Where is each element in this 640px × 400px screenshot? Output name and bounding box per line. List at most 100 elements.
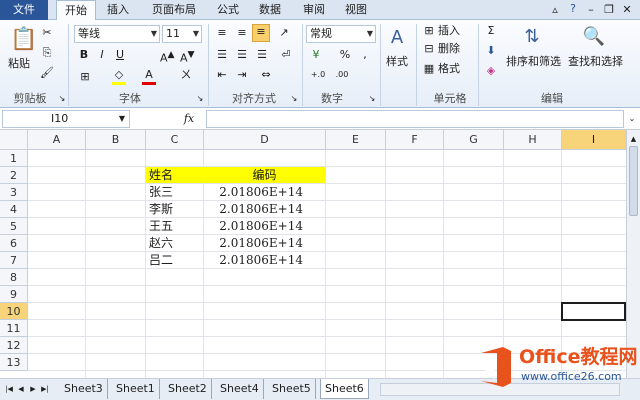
wrap-text-icon[interactable]: ⏎ (278, 48, 294, 62)
font-color-icon[interactable]: A (142, 68, 156, 85)
row-header-5[interactable]: 5 (0, 218, 28, 235)
row-header-9[interactable]: 9 (0, 286, 28, 303)
borders-icon[interactable]: ⊞ (78, 70, 92, 84)
styles-button[interactable]: 样式 (386, 54, 408, 70)
column-header-h[interactable]: H (504, 130, 562, 150)
minimize-window-icon[interactable]: – (584, 3, 598, 17)
cell-c2[interactable]: 姓名 (146, 167, 204, 184)
sort-filter-button[interactable]: 排序和筛选 (506, 54, 561, 70)
autosum-icon[interactable]: Σ (484, 24, 498, 38)
clear-icon[interactable]: ◈ (484, 64, 498, 78)
row-header-13[interactable]: 13 (0, 354, 28, 371)
alignment-launcher-icon[interactable]: ↘ (290, 92, 298, 106)
column-header-b[interactable]: B (86, 130, 146, 150)
first-sheet-icon[interactable]: |◀ (4, 382, 14, 396)
format-painter-icon[interactable]: 🖌 (40, 66, 54, 80)
phonetic-icon[interactable]: ㄨ (178, 68, 194, 82)
increase-indent-icon[interactable]: ⇥ (234, 68, 250, 82)
sheet-tab-sheet4[interactable]: Sheet4 (216, 379, 264, 399)
cell-c7[interactable]: 吕二 (146, 252, 204, 269)
tab-data[interactable]: 数据 (250, 0, 290, 20)
increase-decimal-icon[interactable]: +.0 (310, 68, 326, 82)
cell-c5[interactable]: 王五 (146, 218, 204, 235)
insert-cells-icon[interactable]: ⊞ (422, 24, 436, 38)
percent-button[interactable]: % (338, 48, 352, 62)
tab-formulas[interactable]: 公式 (208, 0, 248, 20)
align-right-icon[interactable]: ☰ (254, 48, 270, 62)
minimize-ribbon-icon[interactable]: ▵ (548, 3, 562, 17)
decrease-font-icon[interactable]: A▼ (180, 48, 195, 66)
font-size-select[interactable]: 11 ▼ (162, 25, 202, 43)
tab-home[interactable]: 开始 (56, 0, 96, 21)
row-header-11[interactable]: 11 (0, 320, 28, 337)
tab-view[interactable]: 视图 (336, 0, 376, 20)
row-header-3[interactable]: 3 (0, 184, 28, 201)
fill-icon[interactable]: ⬇ (484, 44, 498, 58)
row-header-4[interactable]: 4 (0, 201, 28, 218)
sheet-tab-sheet6[interactable]: Sheet6 (320, 379, 369, 399)
orientation-icon[interactable]: ↗ (276, 26, 292, 40)
align-center-icon[interactable]: ☰ (234, 48, 250, 62)
copy-icon[interactable]: ⎘ (40, 46, 54, 60)
tab-page-layout[interactable]: 页面布局 (142, 0, 206, 20)
find-select-button[interactable]: 查找和选择 (568, 54, 623, 70)
increase-font-icon[interactable]: A▲ (160, 48, 175, 66)
column-header-i[interactable]: I (562, 130, 626, 150)
tab-insert[interactable]: 插入 (98, 0, 138, 20)
expand-formula-icon[interactable]: ⌄ (626, 112, 638, 126)
tab-file[interactable]: 文件 (0, 0, 48, 20)
paste-icon[interactable]: 📋 (10, 26, 37, 54)
last-sheet-icon[interactable]: ▶| (40, 382, 50, 396)
scroll-up-icon[interactable]: ▲ (628, 132, 639, 146)
column-header-f[interactable]: F (386, 130, 444, 150)
cell-c4[interactable]: 李斯 (146, 201, 204, 218)
sheet-tab-sheet5[interactable]: Sheet5 (268, 379, 316, 399)
decrease-indent-icon[interactable]: ⇤ (214, 68, 230, 82)
decrease-decimal-icon[interactable]: .00 (334, 68, 350, 82)
delete-cells-icon[interactable]: ⊟ (422, 42, 436, 56)
next-sheet-icon[interactable]: ▶ (28, 382, 38, 396)
restore-window-icon[interactable]: ❐ (602, 3, 616, 17)
sheet-tab-sheet1[interactable]: Sheet1 (112, 379, 160, 399)
help-icon[interactable]: ? (566, 2, 580, 16)
insert-function-icon[interactable]: fx (178, 112, 200, 126)
clipboard-launcher-icon[interactable]: ↘ (58, 92, 66, 106)
name-box[interactable]: I10 ▼ (2, 110, 130, 128)
cell-d2[interactable]: 编码 (204, 167, 326, 184)
currency-icon[interactable]: ¥ (308, 48, 324, 62)
font-launcher-icon[interactable]: ↘ (196, 92, 204, 106)
align-bottom-icon[interactable]: ≡ (252, 24, 270, 42)
vertical-scrollbar[interactable]: ▲ (626, 130, 640, 378)
format-cells-icon[interactable]: ▦ (422, 62, 436, 76)
cut-icon[interactable]: ✂ (40, 26, 54, 40)
active-cell-i10[interactable] (561, 302, 626, 321)
sort-filter-icon[interactable]: ⇅ (520, 24, 544, 50)
column-header-c[interactable]: C (146, 130, 204, 150)
italic-button[interactable]: I (96, 48, 108, 62)
row-header-7[interactable]: 7 (0, 252, 28, 269)
row-header-1[interactable]: 1 (0, 150, 28, 167)
row-header-12[interactable]: 12 (0, 337, 28, 354)
insert-cells-button[interactable]: 插入 (438, 23, 460, 39)
cell-d4[interactable]: 2.01806E+14 (204, 201, 326, 218)
cell-c3[interactable]: 张三 (146, 184, 204, 201)
close-window-icon[interactable]: ✕ (620, 3, 634, 17)
fill-color-icon[interactable]: ◇ (112, 68, 126, 85)
cell-d5[interactable]: 2.01806E+14 (204, 218, 326, 235)
merge-center-icon[interactable]: ⇔ (258, 68, 274, 82)
sheet-tab-sheet3[interactable]: Sheet3 (60, 379, 108, 399)
prev-sheet-icon[interactable]: ◀ (16, 382, 26, 396)
font-name-select[interactable]: 等线 ▼ (74, 25, 160, 43)
number-launcher-icon[interactable]: ↘ (368, 92, 376, 106)
cell-c6[interactable]: 赵六 (146, 235, 204, 252)
select-all-corner[interactable] (0, 130, 28, 150)
row-header-2[interactable]: 2 (0, 167, 28, 184)
underline-button[interactable]: U (114, 48, 126, 62)
comma-button[interactable]: , (358, 48, 372, 62)
row-header-6[interactable]: 6 (0, 235, 28, 252)
cell-d6[interactable]: 2.01806E+14 (204, 235, 326, 252)
tab-review[interactable]: 审阅 (294, 0, 334, 20)
column-header-d[interactable]: D (204, 130, 326, 150)
cell-d7[interactable]: 2.01806E+14 (204, 252, 326, 269)
scroll-thumb[interactable] (629, 146, 638, 216)
